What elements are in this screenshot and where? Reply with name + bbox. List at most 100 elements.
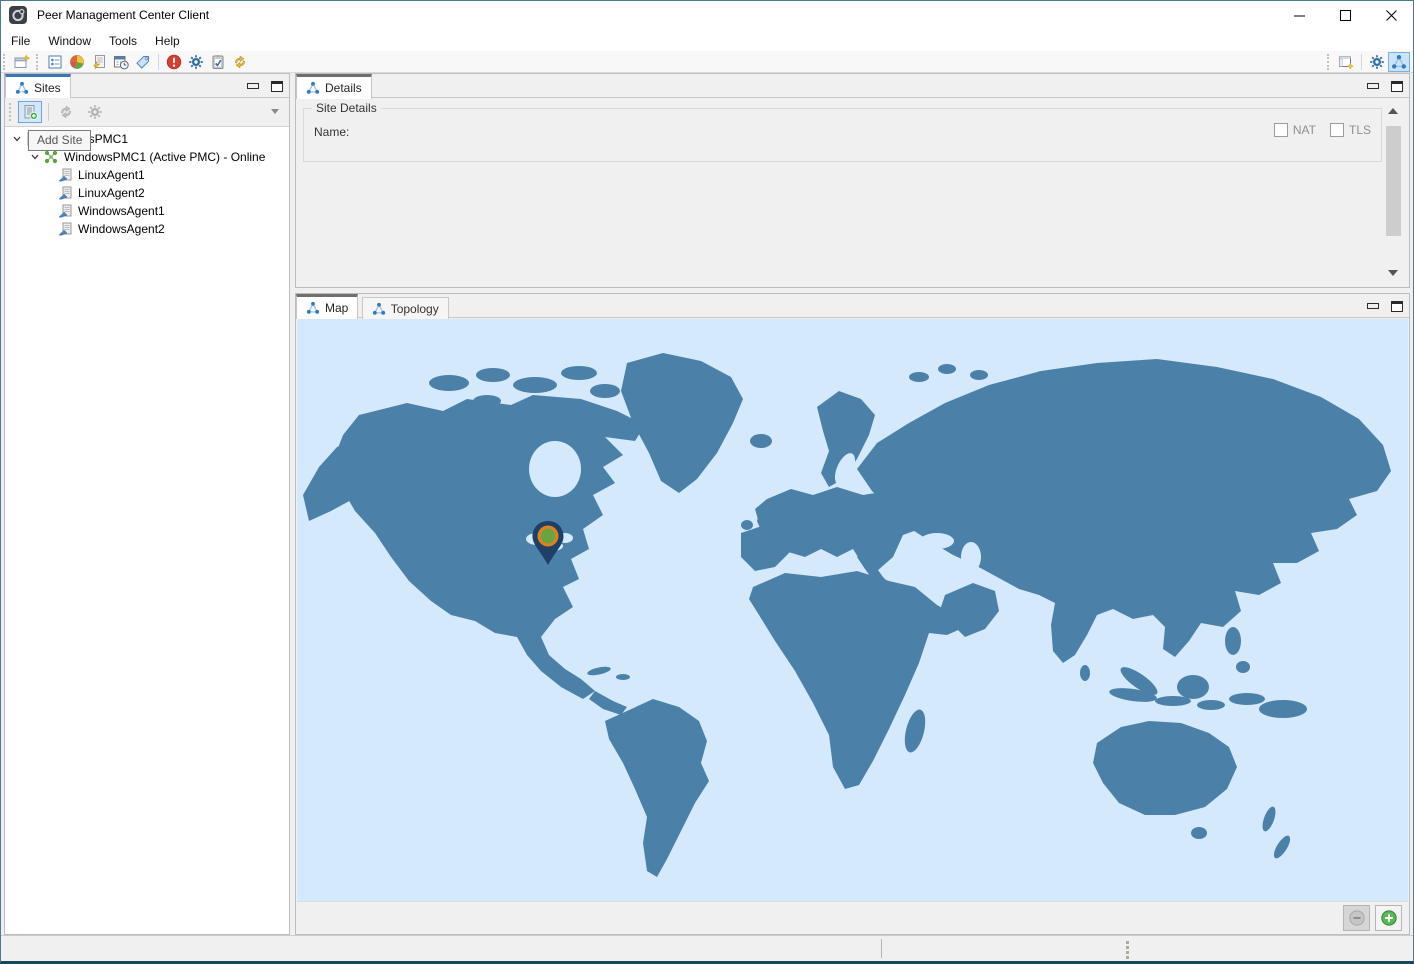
minimize-view-icon[interactable] — [247, 83, 259, 89]
tree-row-agent[interactable]: WindowsAgent1 — [5, 202, 289, 220]
zoom-out-button[interactable] — [1343, 905, 1370, 931]
site-settings-button[interactable] — [83, 101, 107, 123]
refresh-button[interactable] — [54, 101, 78, 123]
sites-view-toolbar — [5, 98, 289, 126]
tree-row-agent[interactable]: LinuxAgent2 — [5, 184, 289, 202]
details-panel: Details Site Details Name: NAT TLS — [295, 73, 1410, 288]
add-site-icon — [22, 104, 38, 120]
status-bar-divider — [881, 939, 882, 958]
alerts-icon[interactable] — [163, 52, 185, 72]
settings-perspective-icon[interactable] — [1366, 52, 1388, 72]
minimize-view-icon[interactable] — [1367, 83, 1379, 89]
toolbar-grip[interactable] — [1327, 54, 1332, 70]
status-bar — [0, 935, 1414, 961]
menu-help[interactable]: Help — [146, 31, 189, 51]
close-button[interactable] — [1368, 0, 1414, 30]
minimize-view-icon[interactable] — [1367, 303, 1379, 309]
menu-bar: File Window Tools Help — [0, 30, 1414, 51]
sync-icon[interactable] — [229, 52, 251, 72]
maximize-button[interactable] — [1322, 0, 1368, 30]
world-map-svg — [297, 319, 1408, 901]
details-tabrow: Details — [296, 74, 1409, 98]
scroll-up-icon[interactable] — [1388, 108, 1398, 114]
details-scrollbar[interactable] — [1385, 104, 1402, 280]
scroll-down-icon[interactable] — [1388, 270, 1398, 276]
tls-checkbox-box[interactable] — [1330, 123, 1344, 137]
new-window-icon[interactable] — [11, 52, 33, 72]
title-bar: Peer Management Center Client — [0, 0, 1414, 30]
main-toolbar — [0, 51, 1414, 73]
add-site-button[interactable] — [18, 101, 42, 123]
nat-checkbox[interactable]: NAT — [1274, 123, 1316, 137]
tls-checkbox[interactable]: TLS — [1330, 123, 1371, 137]
nat-checkbox-box[interactable] — [1274, 123, 1288, 137]
toolbar-grip[interactable] — [3, 54, 8, 70]
add-site-tooltip: Add Site — [28, 130, 91, 151]
minimize-button[interactable] — [1276, 0, 1322, 30]
tree-label-agent[interactable]: WindowsAgent2 — [78, 222, 165, 236]
tab-sites[interactable]: Sites — [5, 74, 71, 99]
sites-panel: Sites — [4, 73, 290, 935]
tab-details-label: Details — [325, 81, 362, 95]
pmc-perspective-icon[interactable] — [1388, 52, 1410, 72]
tab-topology[interactable]: Topology — [362, 297, 449, 320]
maximize-view-icon[interactable] — [1391, 81, 1403, 92]
workspace: Sites — [0, 73, 1414, 935]
menu-tools[interactable]: Tools — [100, 31, 146, 51]
sites-tree: WindowsPMC1 WindowsPMC1 (Active PMC) - O… — [5, 126, 289, 934]
name-label: Name: — [314, 125, 349, 139]
status-grip-dots — [1126, 941, 1129, 959]
schedule-icon[interactable] — [110, 52, 132, 72]
menu-window[interactable]: Window — [39, 31, 100, 51]
scrollbar-thumb[interactable] — [1386, 126, 1401, 236]
tab-details[interactable]: Details — [296, 74, 372, 99]
tab-topology-label: Topology — [391, 302, 439, 316]
toolbar-grip[interactable] — [9, 103, 13, 121]
open-perspective-icon[interactable] — [1335, 52, 1357, 72]
job-queue-icon[interactable] — [88, 52, 110, 72]
settings-gear-icon[interactable] — [185, 52, 207, 72]
tree-row-agent[interactable]: WindowsAgent2 — [5, 220, 289, 238]
pmc-node-icon — [43, 149, 59, 165]
gear-icon — [87, 104, 103, 120]
agent-icon — [57, 185, 73, 201]
map-tabrow: Map Topology — [296, 294, 1409, 318]
tree-label-pmc[interactable]: WindowsPMC1 (Active PMC) - Online — [64, 150, 265, 164]
zoom-out-icon — [1348, 909, 1366, 927]
nat-checkbox-label: NAT — [1293, 123, 1316, 137]
perspective-bar — [1324, 51, 1410, 73]
network-triangle-icon — [15, 81, 29, 95]
pie-chart-icon[interactable] — [66, 52, 88, 72]
view-menu-chevron-down-icon[interactable] — [271, 109, 279, 114]
zoom-in-icon — [1380, 909, 1398, 927]
tls-checkbox-label: TLS — [1349, 123, 1371, 137]
tree-label-agent[interactable]: WindowsAgent1 — [78, 204, 165, 218]
tree-label-agent[interactable]: LinuxAgent1 — [78, 168, 145, 182]
checklist-icon[interactable] — [207, 52, 229, 72]
sites-tabrow: Sites — [5, 74, 289, 98]
agent-icon — [57, 221, 73, 237]
map-panel: Map Topology — [295, 293, 1410, 935]
agent-icon — [57, 203, 73, 219]
maximize-view-icon[interactable] — [1391, 301, 1403, 312]
tab-sites-label: Sites — [34, 81, 61, 95]
toolbar-separator — [1361, 54, 1362, 70]
chevron-down-icon[interactable] — [27, 149, 43, 165]
tree-label-agent[interactable]: LinuxAgent2 — [78, 186, 145, 200]
tab-map[interactable]: Map — [296, 294, 358, 319]
menu-file[interactable]: File — [2, 31, 39, 51]
preferences-icon[interactable] — [44, 52, 66, 72]
location-pin-icon[interactable] — [528, 518, 568, 573]
toolbar-grip[interactable] — [36, 54, 41, 70]
world-map[interactable] — [297, 319, 1408, 901]
maximize-view-icon[interactable] — [271, 81, 283, 92]
tag-icon[interactable] — [132, 52, 154, 72]
network-triangle-icon — [306, 301, 320, 315]
tree-row-agent[interactable]: LinuxAgent1 — [5, 166, 289, 184]
tab-map-label: Map — [325, 301, 348, 315]
map-zoom-controls — [297, 901, 1408, 933]
zoom-in-button[interactable] — [1375, 905, 1402, 931]
site-details-form: Site Details Name: NAT TLS — [297, 99, 1408, 286]
site-details-group: Site Details Name: NAT TLS — [303, 108, 1382, 162]
chevron-down-icon[interactable] — [9, 131, 25, 147]
